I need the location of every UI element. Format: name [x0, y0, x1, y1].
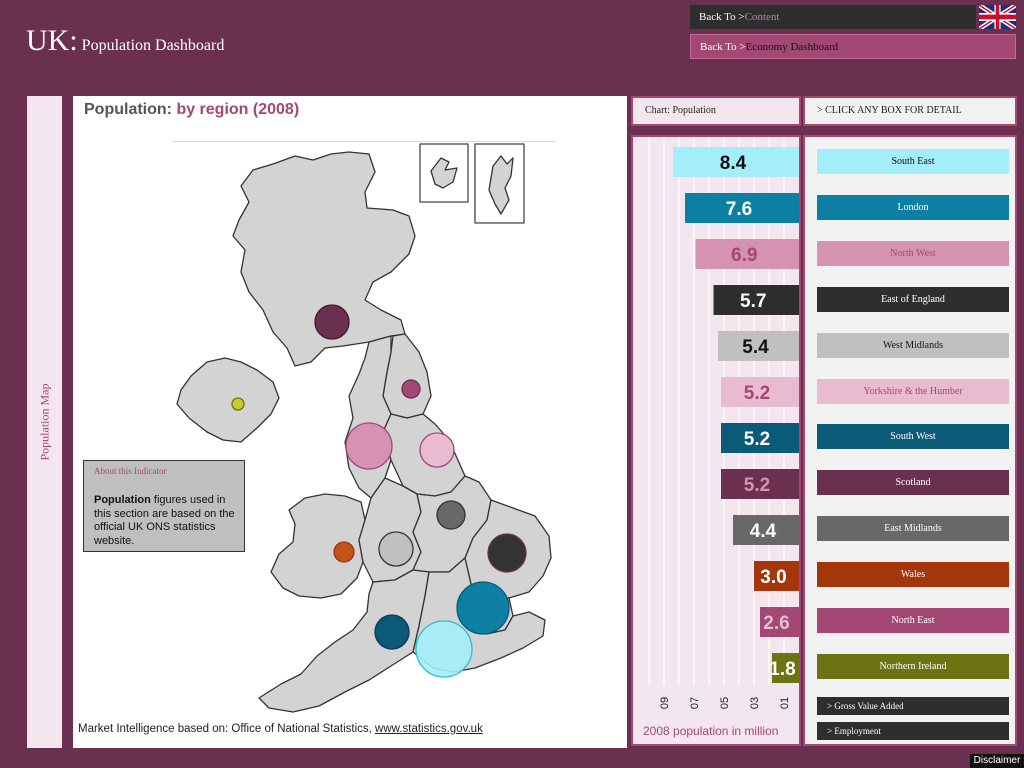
bubble-london[interactable] [456, 581, 510, 635]
bubble-northern-ireland[interactable] [231, 397, 245, 411]
ons-link[interactable]: www.statistics.gov.uk [375, 723, 483, 735]
employment-link[interactable]: > Employment [817, 721, 1009, 740]
back-to-content-link[interactable]: Back To >Content [690, 5, 976, 29]
back-to-economy-dashboard-link[interactable]: Back To >Economy Dashboard [690, 34, 1016, 59]
bar-value-label: 2.6 [763, 613, 789, 634]
bar-value-label: 5.4 [742, 337, 769, 358]
side-label: Population Map [37, 383, 51, 461]
bubble-scotland[interactable] [314, 304, 350, 340]
bubble-south-east[interactable] [415, 620, 473, 678]
about-indicator-box: About this Indicator Population figures … [83, 460, 245, 552]
bar-value-label: 6.9 [731, 245, 757, 266]
brand-country: UK: [26, 24, 78, 57]
uk-flag-icon [979, 5, 1016, 29]
map-region-northern-ireland[interactable] [176, 357, 280, 443]
bubble-north-east[interactable] [401, 379, 421, 399]
bar-value-label: 5.7 [740, 291, 766, 312]
region-button[interactable]: Scotland [817, 470, 1009, 496]
region-list: South East London North West East of Englan… [803, 135, 1017, 746]
bar-value-label: 5.2 [744, 383, 770, 404]
bar-value-label: 7.6 [726, 199, 752, 220]
bubble-west-midlands[interactable] [378, 531, 414, 567]
region-button[interactable]: Yorkshire & the Humber [817, 378, 1009, 404]
bubble-wales[interactable] [333, 541, 355, 563]
region-button[interactable]: East Midlands [817, 516, 1009, 542]
map-region-north-west[interactable] [344, 335, 392, 499]
population-bar-chart: 8.4 7.6 6.9 5.7 5.4 5.2 5.2 5.2 4.4 3.0 2.6 1.8 09 07… [631, 135, 801, 746]
region-button[interactable]: West Midlands [817, 332, 1009, 358]
bubble-south-west[interactable] [374, 614, 410, 650]
bar-value-label: 1.8 [769, 659, 795, 680]
axis-tick-label: 09 [659, 697, 671, 709]
about-indicator-body: Population figures used in this section … [94, 494, 235, 547]
uk-region-map [176, 143, 552, 713]
region-button[interactable]: East of England [817, 286, 1009, 312]
region-button[interactable]: South East [817, 149, 1009, 174]
axis-tick-label: 07 [689, 697, 701, 709]
bar-chart-svg: 8.4 7.6 6.9 5.7 5.4 5.2 5.2 5.2 4.4 3.0 2.6 1.8 09 07… [648, 137, 799, 709]
source-footer: Market Intelligence based on: Office of … [78, 723, 483, 735]
chart-caption: 2008 population in million [643, 724, 779, 738]
region-button[interactable]: North East [817, 608, 1009, 633]
bar-value-label: 4.4 [750, 521, 777, 542]
region-button[interactable]: Wales [817, 562, 1009, 588]
bubble-north-west[interactable] [345, 422, 393, 470]
axis-tick-label: 03 [749, 697, 761, 709]
click-detail-header: > CLICK ANY BOX FOR DETAIL [803, 96, 1017, 126]
bubble-east-of-england[interactable] [487, 533, 527, 573]
bar-value-label: 3.0 [760, 567, 786, 588]
bubble-east-midlands[interactable] [436, 500, 466, 530]
region-button[interactable]: North West [817, 240, 1009, 266]
side-panel: Population Map [27, 96, 62, 748]
axis-tick-label: 01 [779, 697, 791, 709]
bar-value-label: 8.4 [720, 153, 747, 174]
map-panel: Population: by region (2008) About this … [73, 96, 627, 748]
axis-tick-label: 05 [719, 697, 731, 709]
region-button[interactable]: London [817, 194, 1009, 220]
page-title: UK: Population Dashboard [26, 24, 224, 58]
region-button[interactable]: South West [817, 424, 1009, 450]
about-indicator-title: About this Indicator [94, 466, 167, 476]
region-button[interactable]: Northern Ireland [817, 653, 1009, 679]
brand-subtitle: Population Dashboard [81, 37, 225, 54]
gross-value-added-link[interactable]: > Gross Value Added [817, 697, 1009, 715]
bar-value-label: 5.2 [744, 475, 770, 496]
bubble-yorkshire[interactable] [419, 432, 455, 468]
chart-header: Chart: Population [631, 96, 801, 126]
bar-value-label: 5.2 [744, 429, 770, 450]
disclaimer-button[interactable]: Disclaimer [970, 754, 1024, 768]
